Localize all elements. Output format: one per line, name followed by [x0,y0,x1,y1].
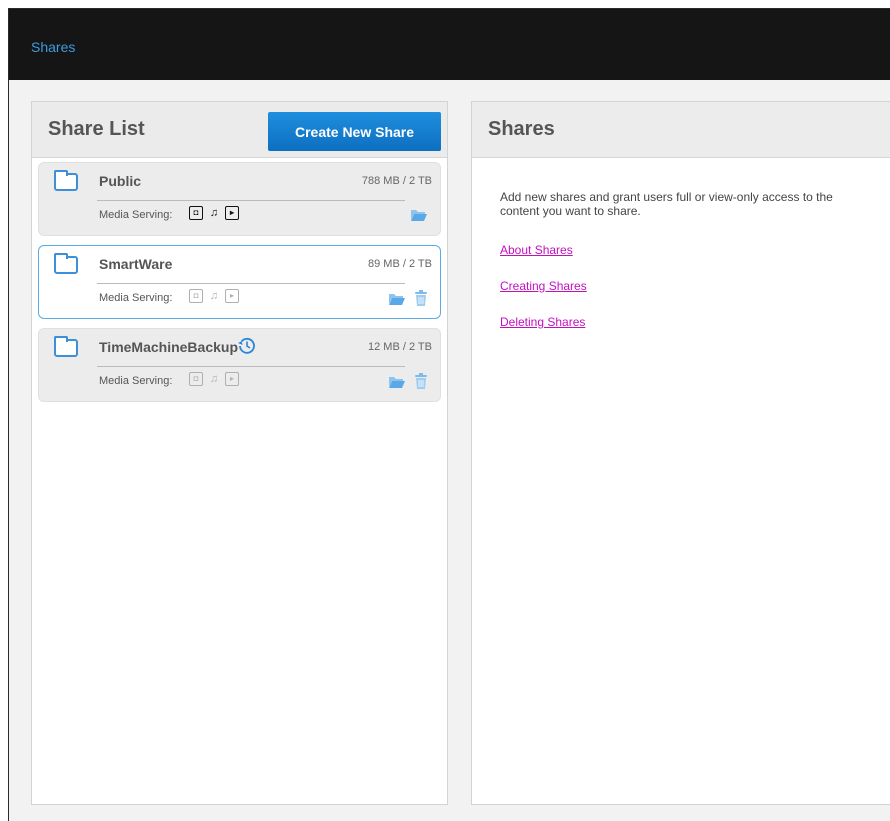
share-item-public[interactable]: Public 788 MB / 2 TB Media Serving: ◘ ♫ … [38,162,441,236]
music-icon: ♫ [209,372,219,385]
share-item-timemachinebackup[interactable]: TimeMachineBackup 12 MB / 2 TB Media Ser… [38,328,441,402]
video-icon: ▸ [225,372,239,386]
create-new-share-button[interactable]: Create New Share [268,112,441,151]
media-serving-icons: ◘ ♫ ▸ [189,206,239,220]
media-serving-label: Media Serving: [99,375,173,387]
divider [97,366,405,367]
share-item-smartware[interactable]: SmartWare 89 MB / 2 TB Media Serving: ◘ … [38,245,441,319]
share-name: TimeMachineBackup [99,339,239,355]
media-serving-label: Media Serving: [99,209,173,221]
music-icon: ♫ [209,289,219,302]
media-serving-label: Media Serving: [99,292,173,304]
share-list-header: Share List Create New Share [32,102,447,158]
help-links: About Shares Creating Shares Deleting Sh… [500,243,860,329]
media-serving-icons: ◘ ♫ ▸ [189,289,239,303]
creating-shares-link[interactable]: Creating Shares [500,279,860,293]
photo-icon: ◘ [189,289,203,303]
video-icon: ▸ [225,206,239,220]
folder-icon [54,336,78,357]
music-icon: ♫ [209,206,219,219]
page-title-link[interactable]: Shares [31,39,75,55]
about-shares-link[interactable]: About Shares [500,243,860,257]
trash-icon[interactable] [414,290,428,306]
shares-info-body: Add new shares and grant users full or v… [500,190,860,351]
shares-info-title: Shares [488,118,555,140]
share-list-title: Share List [48,118,145,140]
share-list: Public 788 MB / 2 TB Media Serving: ◘ ♫ … [38,162,441,411]
share-name: SmartWare [99,256,173,272]
share-actions [388,373,428,389]
video-icon: ▸ [225,289,239,303]
photo-icon: ◘ [189,372,203,386]
share-actions [388,290,428,306]
share-name: Public [99,173,142,189]
divider [97,283,405,284]
shares-description: Add new shares and grant users full or v… [500,190,833,218]
open-folder-icon[interactable] [388,374,406,389]
trash-icon[interactable] [414,373,428,389]
shares-info-header: Shares [472,102,890,158]
media-serving-icons: ◘ ♫ ▸ [189,372,239,386]
shares-info-panel: Shares Add new shares and grant users fu… [471,101,890,805]
photo-icon: ◘ [189,206,203,220]
share-actions [410,207,428,222]
open-folder-icon[interactable] [388,291,406,306]
share-list-panel: Share List Create New Share Public 788 M… [31,101,448,805]
time-machine-icon [238,337,255,354]
app-frame: Shares Share List Create New Share Publi… [8,8,890,821]
deleting-shares-link[interactable]: Deleting Shares [500,315,860,329]
share-usage: 89 MB / 2 TB [368,258,432,270]
share-usage: 788 MB / 2 TB [361,175,432,187]
divider [97,200,405,201]
folder-icon [54,253,78,274]
top-bar: Shares [9,9,890,80]
folder-icon [54,170,78,191]
open-folder-icon[interactable] [410,207,428,222]
share-usage: 12 MB / 2 TB [368,341,432,353]
